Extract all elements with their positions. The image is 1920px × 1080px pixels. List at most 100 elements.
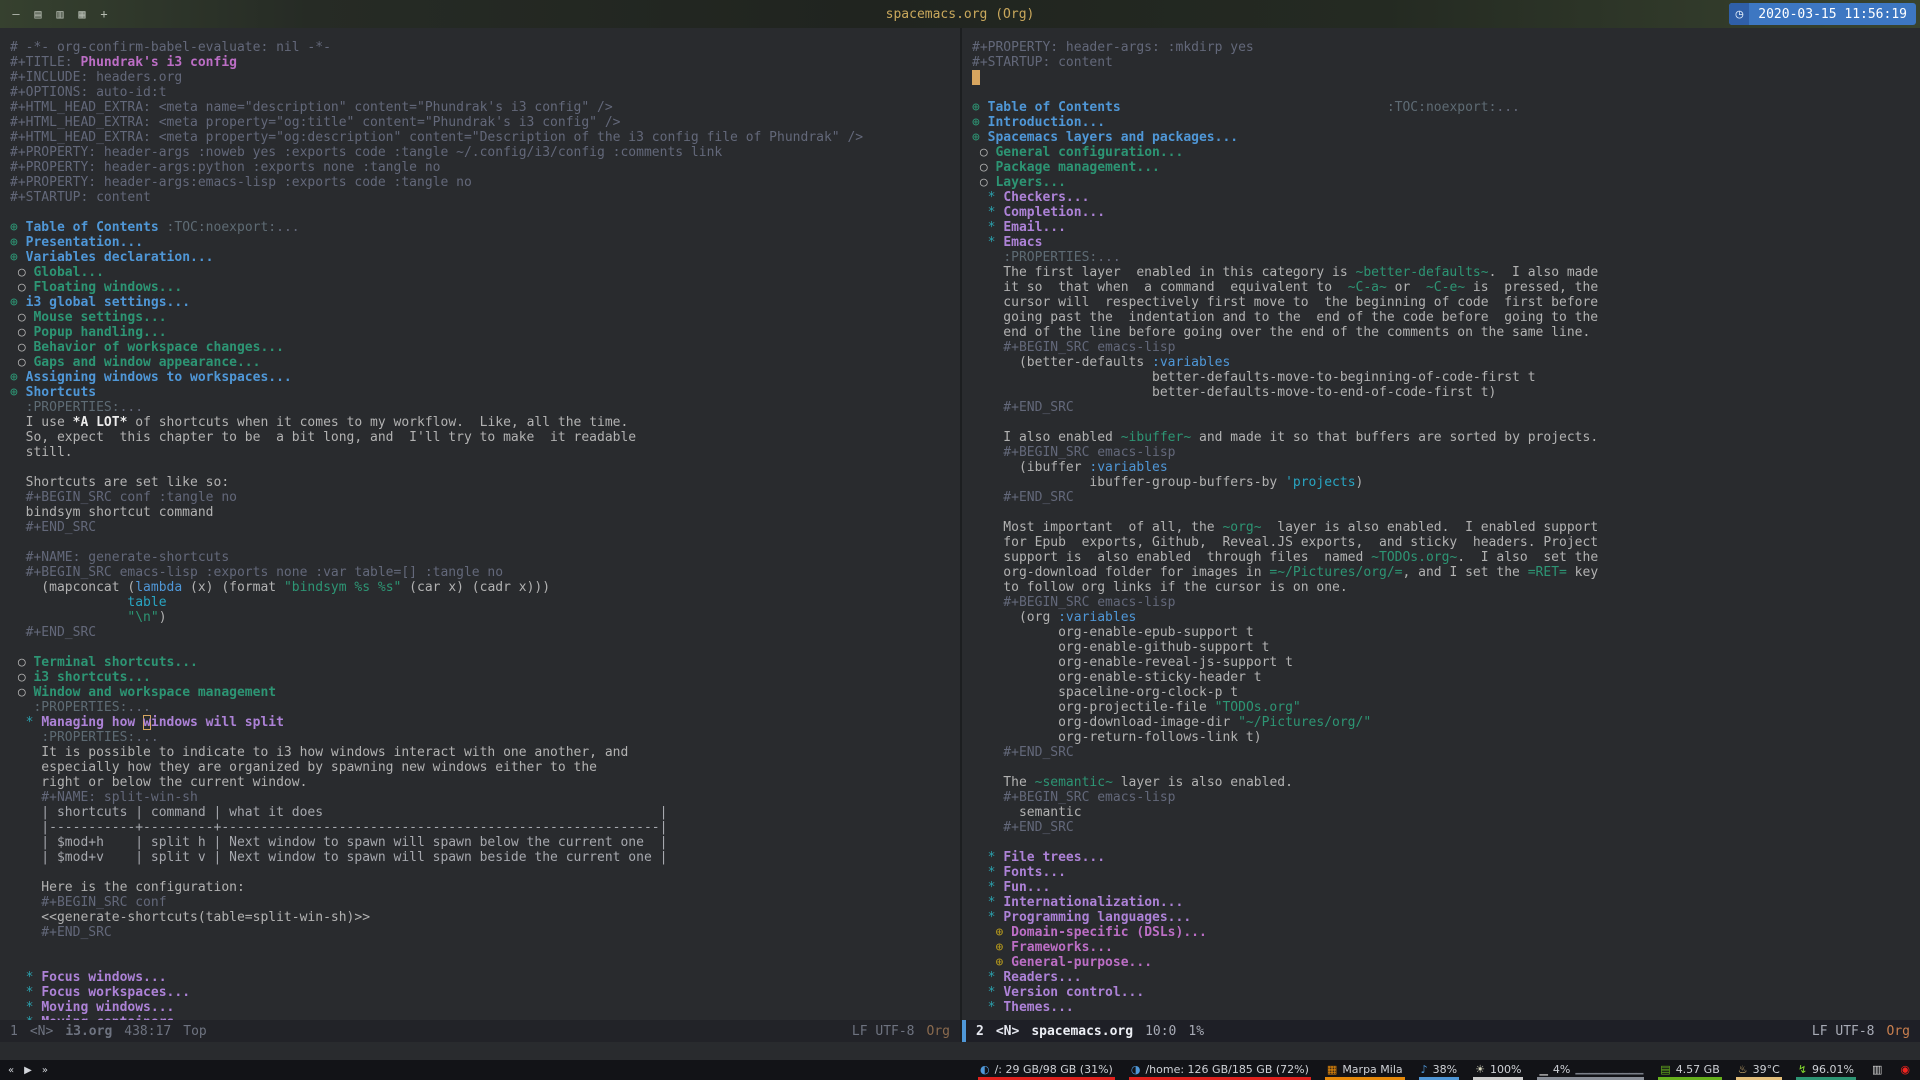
buffer-line[interactable]: org-projectile-file "TODOs.org" [972, 700, 1920, 715]
buffer-line[interactable]: ⊕ Spacemacs layers and packages... [972, 130, 1920, 145]
layout-split-button[interactable]: ▦ [72, 3, 92, 25]
buffer-line[interactable]: | shortcuts | command | what it does | [10, 805, 960, 820]
buffer-line[interactable]: #+STARTUP: content [972, 55, 1920, 70]
buffer-line[interactable]: it so that when a command equivalent to … [972, 280, 1920, 295]
buffer-line[interactable]: org-download folder for images in =~/Pic… [972, 565, 1920, 580]
buffer-line[interactable]: going past the indentation and to the en… [972, 310, 1920, 325]
buffer-line[interactable]: spaceline-org-clock-p t [972, 685, 1920, 700]
buffer-line[interactable]: I use *A LOT* of shortcuts when it comes… [10, 415, 960, 430]
buffer-line[interactable]: ⊕ Introduction... [972, 115, 1920, 130]
buffer-i3-org[interactable]: # -*- org-confirm-babel-evaluate: nil -*… [0, 28, 960, 1020]
buffer-line[interactable]: table [10, 595, 960, 610]
buffer-line[interactable]: #+NAME: split-win-sh [10, 790, 960, 805]
buffer-line[interactable]: * Internationalization... [972, 895, 1920, 910]
buffer-line[interactable]: #+END_SRC [972, 745, 1920, 760]
buffer-line[interactable] [972, 415, 1920, 430]
buffer-line[interactable]: | $mod+v | split v | Next window to spaw… [10, 850, 960, 865]
buffer-line[interactable]: #+NAME: generate-shortcuts [10, 550, 960, 565]
buffer-line[interactable]: * Programming languages... [972, 910, 1920, 925]
buffer-line[interactable]: * Readers... [972, 970, 1920, 985]
buffer-line[interactable]: * Moving windows... [10, 1000, 960, 1015]
buffer-line[interactable]: * Email... [972, 220, 1920, 235]
buffer-line[interactable]: ⊕ Domain-specific (DSLs)... [972, 925, 1920, 940]
buffer-line[interactable]: #+TITLE: Phundrak's i3 config [10, 55, 960, 70]
buffer-line[interactable]: ⊕ Table of Contents :TOC:noexport:... [972, 100, 1920, 115]
buffer-line[interactable]: #+END_SRC [10, 520, 960, 535]
buffer-line[interactable]: | $mod+h | split h | Next window to spaw… [10, 835, 960, 850]
buffer-line[interactable]: ○ i3 shortcuts... [10, 670, 960, 685]
buffer-line[interactable]: org-enable-github-support t [972, 640, 1920, 655]
buffer-line[interactable]: org-enable-reveal-js-support t [972, 655, 1920, 670]
mpd-previous-icon[interactable]: « [8, 1065, 14, 1076]
buffer-line[interactable] [10, 640, 960, 655]
buffer-line[interactable]: ○ Floating windows... [10, 280, 960, 295]
buffer-line[interactable]: (better-defaults :variables [972, 355, 1920, 370]
buffer-line[interactable]: still. [10, 445, 960, 460]
buffer-line[interactable]: #+PROPERTY: header-args :noweb yes :expo… [10, 145, 960, 160]
buffer-line[interactable]: #+INCLUDE: headers.org [10, 70, 960, 85]
buffer-line[interactable]: cursor will respectively first move to t… [972, 295, 1920, 310]
layout-tabbed-button[interactable]: ▥ [50, 3, 70, 25]
buffer-line[interactable]: The ~semantic~ layer is also enabled. [972, 775, 1920, 790]
buffer-line[interactable]: to follow org links if the cursor is on … [972, 580, 1920, 595]
buffer-line[interactable]: org-enable-sticky-header t [972, 670, 1920, 685]
buffer-line[interactable]: #+BEGIN_SRC emacs-lisp :exports none :va… [10, 565, 960, 580]
buffer-line[interactable]: ⊕ Assigning windows to workspaces... [10, 370, 960, 385]
major-mode[interactable]: Org [1887, 1024, 1910, 1039]
buffer-line[interactable] [972, 835, 1920, 850]
buffer-line[interactable]: Shortcuts are set like so: [10, 475, 960, 490]
buffer-line[interactable]: semantic [972, 805, 1920, 820]
buffer-line[interactable]: #+END_SRC [972, 820, 1920, 835]
buffer-line[interactable]: It is possible to indicate to i3 how win… [10, 745, 960, 760]
buffer-line[interactable]: end of the line before going over the en… [972, 325, 1920, 340]
buffer-line[interactable]: * Themes... [972, 1000, 1920, 1015]
buffer-line[interactable]: especially how they are organized by spa… [10, 760, 960, 775]
buffer-line[interactable]: ibuffer-group-buffers-by 'projects) [972, 475, 1920, 490]
buffer-line[interactable]: #+END_SRC [10, 625, 960, 640]
buffer-line[interactable]: The first layer enabled in this category… [972, 265, 1920, 280]
minimize-button[interactable]: — [6, 3, 26, 25]
buffer-line[interactable]: #+OPTIONS: auto-id:t [10, 85, 960, 100]
buffer-line[interactable]: #+BEGIN_SRC emacs-lisp [972, 340, 1920, 355]
buffer-line[interactable]: ⊕ Presentation... [10, 235, 960, 250]
buffer-line[interactable]: I also enabled ~ibuffer~ and made it so … [972, 430, 1920, 445]
buffer-line[interactable]: * Version control... [972, 985, 1920, 1000]
buffer-line[interactable]: support is also enabled through files na… [972, 550, 1920, 565]
buffer-line[interactable]: :PROPERTIES:... [972, 250, 1920, 265]
buffer-line[interactable] [972, 505, 1920, 520]
mpd-next-icon[interactable]: » [42, 1065, 48, 1076]
buffer-line[interactable]: ⊕ Variables declaration... [10, 250, 960, 265]
buffer-line[interactable]: #+HTML_HEAD_EXTRA: <meta name="descripti… [10, 100, 960, 115]
buffer-line[interactable]: ○ Package management... [972, 160, 1920, 175]
mpd-play-icon[interactable]: ▶ [24, 1065, 32, 1076]
buffer-line[interactable]: * File trees... [972, 850, 1920, 865]
buffer-line[interactable]: |-----------+---------+-----------------… [10, 820, 960, 835]
buffer-line[interactable]: #+STARTUP: content [10, 190, 960, 205]
buffer-line[interactable]: org-enable-epub-support t [972, 625, 1920, 640]
buffer-line[interactable]: Most important of all, the ~org~ layer i… [972, 520, 1920, 535]
buffer-line[interactable]: "\n") [10, 610, 960, 625]
buffer-line[interactable] [972, 85, 1920, 100]
buffer-line[interactable]: ○ Gaps and window appearance... [10, 355, 960, 370]
buffer-line[interactable]: bindsym shortcut command [10, 505, 960, 520]
buffer-line[interactable]: :PROPERTIES:... [10, 400, 960, 415]
buffer-line[interactable]: <<generate-shortcuts(table=split-win-sh)… [10, 910, 960, 925]
buffer-line[interactable]: #+BEGIN_SRC conf [10, 895, 960, 910]
buffer-line[interactable]: #+HTML_HEAD_EXTRA: <meta property="og:de… [10, 130, 960, 145]
buffer-line[interactable]: #+END_SRC [10, 925, 960, 940]
buffer-line[interactable]: * Completion... [972, 205, 1920, 220]
buffer-line[interactable]: * Checkers... [972, 190, 1920, 205]
buffer-line[interactable]: * Fonts... [972, 865, 1920, 880]
buffer-line[interactable] [10, 535, 960, 550]
buffer-line[interactable]: ⊕ i3 global settings... [10, 295, 960, 310]
buffer-line[interactable]: #+PROPERTY: header-args: :mkdirp yes [972, 40, 1920, 55]
buffer-line[interactable]: (mapconcat (lambda (x) (format "bindsym … [10, 580, 960, 595]
buffer-line[interactable]: #+END_SRC [972, 400, 1920, 415]
buffer-line[interactable]: ⊕ Table of Contents :TOC:noexport:... [10, 220, 960, 235]
buffer-line[interactable]: #+BEGIN_SRC emacs-lisp [972, 445, 1920, 460]
buffer-line[interactable] [10, 460, 960, 475]
buffer-line[interactable]: org-return-follows-link t) [972, 730, 1920, 745]
buffer-line[interactable]: better-defaults-move-to-end-of-code-firs… [972, 385, 1920, 400]
buffer-line[interactable]: #+BEGIN_SRC emacs-lisp [972, 595, 1920, 610]
buffer-line[interactable]: So, expect this chapter to be a bit long… [10, 430, 960, 445]
